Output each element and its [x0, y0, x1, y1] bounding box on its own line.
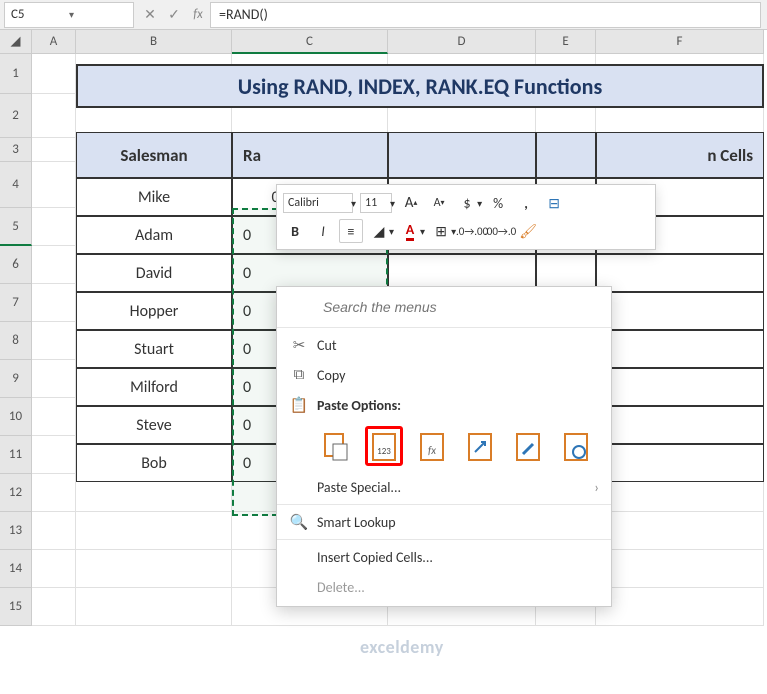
cell-salesman[interactable]: Milford [76, 368, 232, 406]
row-header-14[interactable]: 14 [0, 550, 32, 588]
svg-text:123: 123 [377, 446, 391, 457]
col-header-A[interactable]: A [32, 30, 76, 54]
increase-font-icon[interactable]: A▴ [399, 191, 423, 215]
paste-all-icon[interactable] [317, 426, 355, 466]
title-cell[interactable]: Using RAND, INDEX, RANK.EQ Functions [76, 64, 764, 108]
bold-button[interactable]: B [283, 219, 307, 243]
row-header-10[interactable]: 10 [0, 398, 32, 436]
fx-icon[interactable]: fx [186, 3, 210, 27]
align-center-button[interactable]: ≡ [339, 219, 363, 243]
row-header-8[interactable]: 8 [0, 322, 32, 360]
watermark: exceldemy [360, 636, 444, 658]
col-header-E[interactable]: E [536, 30, 596, 54]
formula-input[interactable]: =RAND() [210, 2, 761, 28]
row-header-9[interactable]: 9 [0, 360, 32, 398]
cell-salesman[interactable]: Steve [76, 406, 232, 444]
paste-formulas-icon[interactable]: fx [413, 426, 451, 466]
col-header-F[interactable]: F [596, 30, 764, 54]
menu-cut[interactable]: ✂ Cut [277, 330, 611, 360]
decrease-font-icon[interactable]: A▾ [427, 191, 451, 215]
name-box-value: C5 [11, 7, 69, 22]
row-header-1[interactable]: 1 [0, 54, 32, 94]
font-color-button[interactable]: A [398, 219, 422, 243]
row-header-2[interactable]: 2 [0, 94, 32, 138]
header-d[interactable] [388, 132, 536, 178]
row-header-6[interactable]: 6 [0, 246, 32, 284]
cell-salesman[interactable]: Stuart [76, 330, 232, 368]
font-name-select[interactable]: Calibri [283, 193, 353, 213]
menu-smart-lookup[interactable]: 🔍 Smart Lookup [277, 507, 611, 537]
chevron-right-icon: › [594, 479, 599, 496]
search-menus-input[interactable] [317, 295, 577, 319]
menu-insert-copied-cells[interactable]: Insert Copied Cells... [277, 542, 611, 572]
menu-paste-special[interactable]: Paste Special... › [277, 472, 611, 502]
header-e[interactable] [536, 132, 596, 178]
decrease-decimal[interactable]: .00→.0 [488, 219, 512, 243]
formula-bar: C5 ▾ ✕ ✓ fx =RAND() [0, 0, 767, 30]
mini-toolbar: Calibri▾ 11▾ A▴ A▾ $▾ % , ⊟ B I ≡ ◢▾ A▾ … [276, 184, 656, 250]
row-header-12[interactable]: 12 [0, 474, 32, 512]
percent-format[interactable]: % [486, 191, 510, 215]
paste-values-icon[interactable]: 123 [365, 426, 403, 466]
clipboard-icon: 📋 [285, 395, 313, 415]
copy-icon: ⧉ [285, 365, 313, 385]
row-header-5[interactable]: 5 [0, 208, 32, 246]
row-header-15[interactable]: 15 [0, 588, 32, 626]
enter-icon[interactable]: ✓ [162, 3, 186, 27]
menu-paste-options-label: 📋 Paste Options: [277, 390, 611, 420]
font-size-select[interactable]: 11 [360, 193, 392, 213]
row-header-4[interactable]: 4 [0, 162, 32, 208]
menu-copy[interactable]: ⧉ Copy [277, 360, 611, 390]
header-rand[interactable]: Ra [232, 132, 388, 178]
cell-salesman[interactable]: Adam [76, 216, 232, 254]
row-header-7[interactable]: 7 [0, 284, 32, 322]
name-box[interactable]: C5 ▾ [4, 2, 134, 28]
cell-salesman[interactable]: David [76, 254, 232, 292]
row-header-3[interactable]: 3 [0, 138, 32, 162]
context-menu: ✂ Cut ⧉ Copy 📋 Paste Options: 123 fx Pas… [276, 286, 612, 607]
cell-salesman[interactable]: Bob [76, 444, 232, 482]
increase-decimal[interactable]: .0→.00 [460, 219, 484, 243]
header-ncells[interactable]: n Cells [596, 132, 764, 178]
scissors-icon: ✂ [285, 335, 313, 355]
borders-button[interactable]: ⊞ [429, 219, 453, 243]
col-header-B[interactable]: B [76, 30, 232, 54]
name-box-dropdown-icon[interactable]: ▾ [69, 8, 127, 21]
cell-salesman[interactable]: Hopper [76, 292, 232, 330]
row-height-icon[interactable]: ⊟ [542, 191, 566, 215]
cell-salesman[interactable]: Mike [76, 178, 232, 216]
fill-color-button[interactable]: ◢ [367, 219, 391, 243]
italic-button[interactable]: I [311, 219, 335, 243]
paste-options-row: 123 fx [277, 420, 611, 472]
header-salesman[interactable]: Salesman [76, 132, 232, 178]
comma-format[interactable]: , [514, 191, 538, 215]
col-header-D[interactable]: D [388, 30, 536, 54]
format-painter-button[interactable]: 🖌 [516, 219, 540, 243]
menu-delete[interactable]: Delete... [277, 572, 611, 602]
select-all-corner[interactable]: ◢ [0, 30, 32, 54]
row-header-13[interactable]: 13 [0, 512, 32, 550]
col-header-C[interactable]: C [232, 30, 388, 54]
search-icon: 🔍 [285, 512, 313, 532]
paste-formatting-icon[interactable] [509, 426, 547, 466]
svg-text:fx: fx [428, 444, 436, 457]
row-header-11[interactable]: 11 [0, 436, 32, 474]
accounting-format[interactable]: $ [455, 191, 479, 215]
paste-link-icon[interactable] [557, 426, 595, 466]
paste-transpose-icon[interactable] [461, 426, 499, 466]
cancel-icon[interactable]: ✕ [138, 3, 162, 27]
